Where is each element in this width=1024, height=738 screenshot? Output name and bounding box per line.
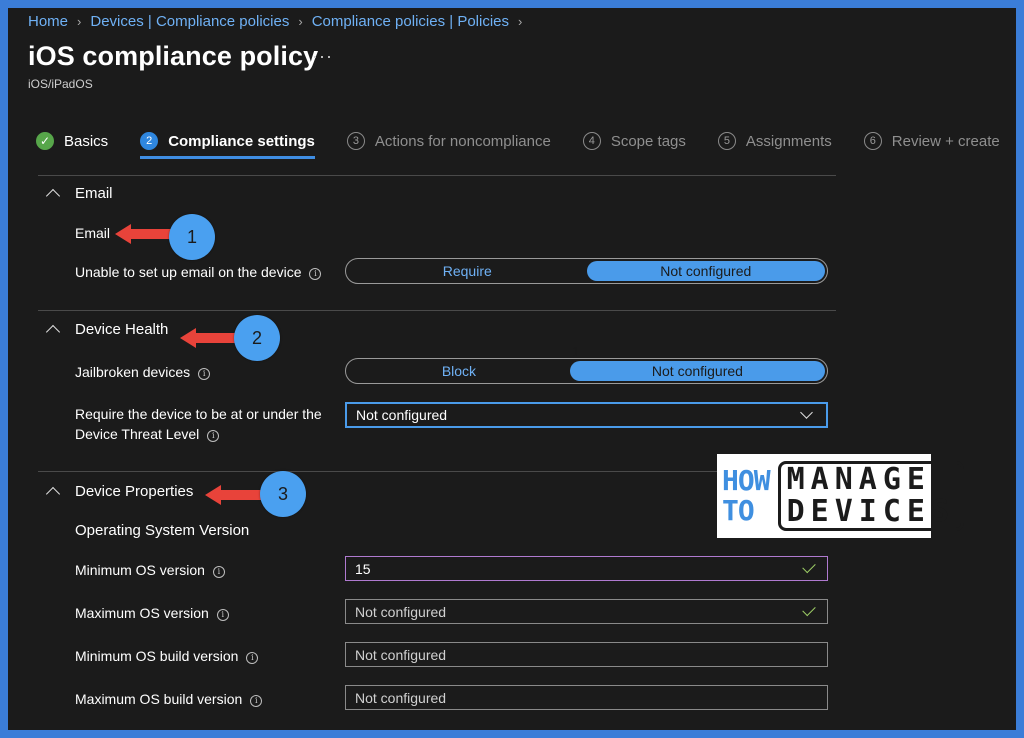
- max-os-version-input[interactable]: Not configured: [345, 599, 828, 624]
- email-setup-toggle[interactable]: Require Not configured: [345, 258, 828, 284]
- checkmark-icon: ✓: [36, 132, 54, 150]
- chevron-right-icon: ›: [77, 14, 82, 29]
- os-version-subheading: Operating System Version: [75, 522, 250, 539]
- portal-frame: Home › Devices | Compliance policies › C…: [8, 8, 1016, 730]
- info-icon[interactable]: i: [198, 368, 211, 380]
- max-os-build-input[interactable]: Not configured: [345, 685, 828, 710]
- chevron-up-icon: [45, 324, 61, 339]
- platform-subtitle: iOS/iPadOS: [28, 77, 93, 91]
- logo-word: TO: [722, 494, 755, 527]
- breadcrumb-policies[interactable]: Compliance policies | Policies: [312, 13, 509, 30]
- info-icon[interactable]: i: [216, 609, 229, 621]
- step-label: Basics: [64, 132, 109, 150]
- dropdown-value: Not configured: [356, 407, 448, 423]
- section-title: Device Health: [75, 321, 169, 338]
- max-os-build-label: Maximum OS build version i: [75, 689, 263, 709]
- toggle-option-block[interactable]: Block: [348, 361, 570, 381]
- info-icon[interactable]: i: [207, 430, 220, 442]
- input-placeholder: Not configured: [355, 603, 447, 620]
- jailbroken-toggle[interactable]: Block Not configured: [345, 358, 828, 384]
- min-os-build-input[interactable]: Not configured: [345, 642, 828, 667]
- setting-label-text: Jailbroken devices: [75, 364, 191, 380]
- step-number: 4: [582, 132, 601, 150]
- step-number: 5: [717, 132, 736, 150]
- step-label: Assignments: [745, 132, 832, 150]
- check-icon: [802, 559, 816, 574]
- info-icon[interactable]: i: [309, 268, 322, 280]
- step-label: Scope tags: [610, 132, 686, 150]
- step-label: Actions for noncompliance: [374, 132, 551, 150]
- setting-label-text: Minimum OS version: [75, 562, 205, 578]
- chevron-right-icon: ›: [518, 14, 523, 29]
- min-os-version-input[interactable]: 15: [345, 556, 828, 581]
- input-value: 15: [355, 560, 371, 577]
- logo-word: HOW: [722, 464, 771, 497]
- page-title: iOS compliance policy: [28, 41, 319, 71]
- logo-word: DEVICES: [786, 494, 956, 529]
- annotation-arrow-icon: [180, 328, 238, 348]
- max-os-version-label: Maximum OS version i: [75, 603, 229, 623]
- section-title: Email: [75, 185, 113, 202]
- step-assignments[interactable]: 5 Assignments: [717, 132, 832, 150]
- setting-label-text: Minimum OS build version: [75, 648, 239, 664]
- check-icon: [802, 602, 816, 617]
- chevron-up-icon: [45, 486, 61, 501]
- input-placeholder: Not configured: [355, 689, 447, 706]
- step-scope-tags[interactable]: 4 Scope tags: [582, 132, 686, 150]
- logo-right: MANAGE DEVICES: [777, 461, 965, 531]
- min-os-build-label: Minimum OS build version i: [75, 646, 259, 666]
- setting-label-text: Maximum OS version: [75, 605, 209, 621]
- step-actions-noncompliance[interactable]: 3 Actions for noncompliance: [346, 132, 551, 150]
- divider: [38, 310, 836, 311]
- email-subheading: Email: [75, 225, 111, 241]
- annotation-arrow-icon: [115, 224, 173, 244]
- chevron-up-icon: [45, 188, 61, 203]
- threat-level-label: Require the device to be at or under the…: [75, 404, 322, 444]
- step-basics[interactable]: ✓ Basics: [36, 132, 108, 150]
- toggle-option-not-configured[interactable]: Not configured: [569, 361, 825, 381]
- logo-left: HOW TO: [722, 464, 771, 527]
- annotation-arrow-icon: [205, 485, 263, 505]
- setting-label-text: Unable to set up email on the device: [75, 264, 302, 280]
- breadcrumb: Home › Devices | Compliance policies › C…: [28, 13, 531, 30]
- breadcrumb-compliance-policies[interactable]: Devices | Compliance policies: [90, 13, 289, 30]
- jailbroken-label: Jailbroken devices i: [75, 362, 211, 382]
- step-review-create[interactable]: 6 Review + create: [863, 132, 1000, 150]
- how-to-manage-devices-logo: HOW TO MANAGE DEVICES: [717, 454, 965, 538]
- step-compliance-settings[interactable]: 2 Compliance settings: [140, 132, 315, 159]
- annotation-badge-2: 2: [234, 315, 280, 361]
- step-label: Compliance settings: [168, 132, 315, 150]
- annotation-badge-1: 1: [169, 214, 215, 260]
- email-setup-label: Unable to set up email on the device i: [75, 262, 322, 282]
- info-icon[interactable]: i: [250, 695, 263, 707]
- setting-label-text: Maximum OS build version: [75, 691, 243, 707]
- breadcrumb-home[interactable]: Home: [28, 13, 68, 30]
- chevron-down-icon: [800, 406, 813, 419]
- min-os-version-label: Minimum OS version i: [75, 560, 225, 580]
- section-title: Device Properties: [75, 483, 194, 500]
- stray-mark: 1: [572, 345, 579, 360]
- chevron-right-icon: ›: [298, 14, 303, 29]
- toggle-option-require[interactable]: Require: [348, 261, 587, 281]
- info-icon[interactable]: i: [212, 566, 225, 578]
- threat-level-dropdown[interactable]: Not configured: [345, 402, 828, 428]
- setting-label-text: Require the device to be at or under the: [75, 406, 322, 422]
- section-email-header[interactable]: Email: [45, 185, 113, 203]
- step-number: 6: [863, 132, 882, 150]
- step-number: 3: [346, 132, 365, 150]
- divider: [38, 175, 836, 176]
- info-icon[interactable]: i: [246, 652, 259, 664]
- toggle-option-not-configured[interactable]: Not configured: [586, 261, 825, 281]
- annotation-badge-3: 3: [260, 471, 306, 517]
- section-device-properties-header[interactable]: Device Properties: [45, 483, 194, 501]
- logo-word: MANAGE: [786, 462, 931, 497]
- wizard-steps: ✓ Basics 2 Compliance settings 3 Actions…: [36, 132, 1000, 159]
- step-label: Review + create: [891, 132, 1000, 150]
- input-placeholder: Not configured: [355, 646, 447, 663]
- section-device-health-header[interactable]: Device Health: [45, 321, 169, 339]
- more-options-icon[interactable]: ···: [312, 46, 333, 67]
- setting-label-text: Device Threat Level: [75, 426, 200, 442]
- step-number: 2: [140, 132, 159, 150]
